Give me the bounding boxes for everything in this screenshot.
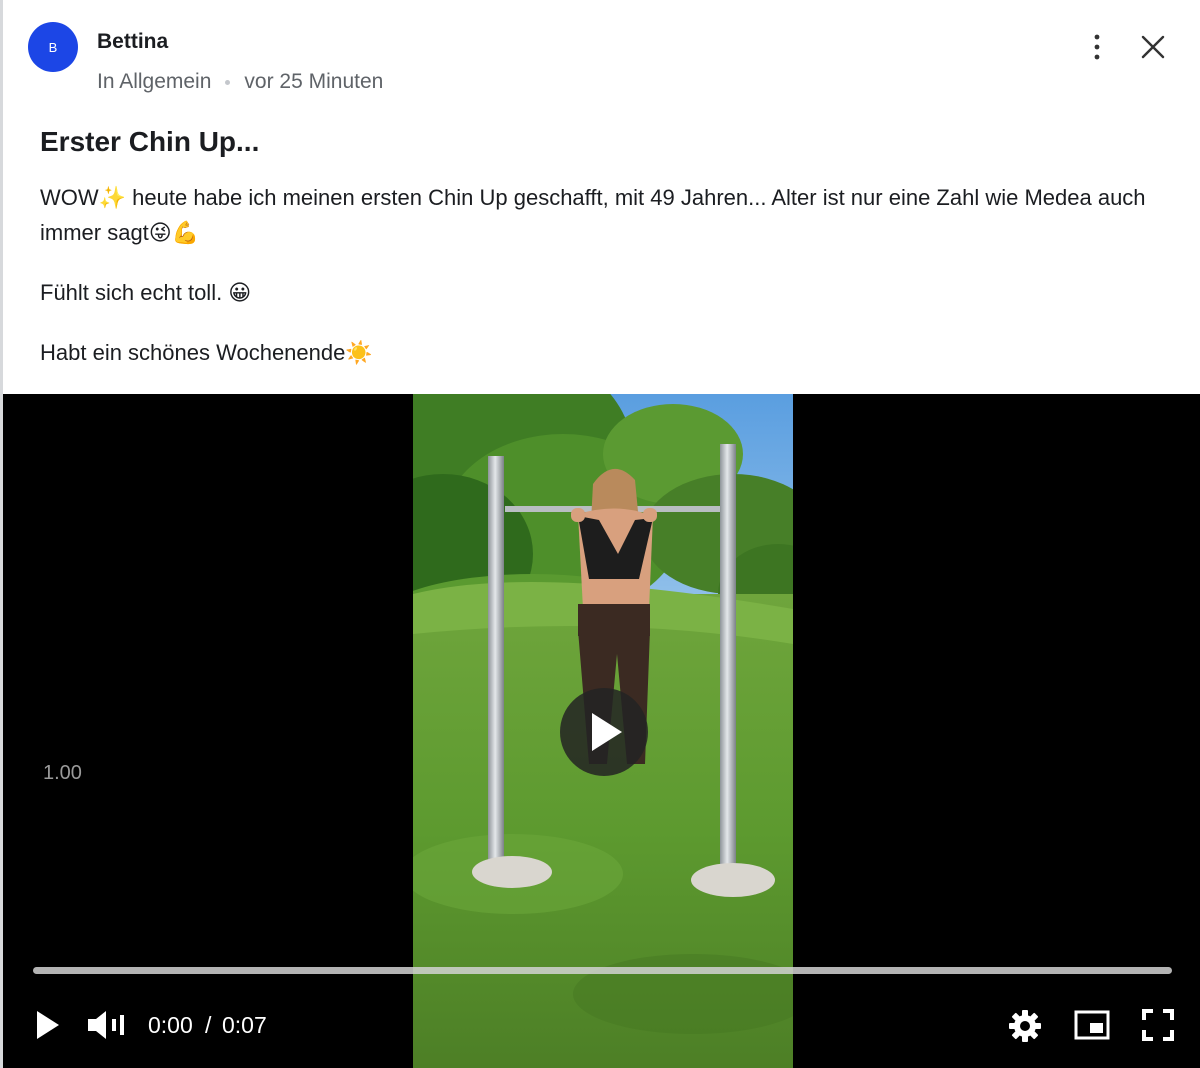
settings-button[interactable] bbox=[1007, 1008, 1043, 1044]
more-vertical-icon bbox=[1094, 34, 1100, 60]
playback-rate[interactable]: 1.00 bbox=[43, 762, 82, 785]
meta-separator bbox=[225, 79, 231, 85]
post-body: WOW✨ heute habe ich meinen ersten Chin U… bbox=[40, 180, 1160, 395]
duration: 0:07 bbox=[222, 1012, 267, 1038]
fullscreen-button[interactable] bbox=[1141, 1008, 1175, 1042]
picture-in-picture-icon bbox=[1074, 1010, 1110, 1040]
body-paragraph: Fühlt sich echt toll. 😀 bbox=[40, 280, 252, 305]
gear-icon bbox=[1009, 1010, 1041, 1042]
play-icon bbox=[592, 713, 622, 751]
close-icon bbox=[1141, 35, 1165, 59]
body-paragraph: Habt ein schönes Wochenende☀️ bbox=[40, 340, 373, 365]
fullscreen-icon bbox=[1142, 1009, 1174, 1041]
post-title: Erster Chin Up... bbox=[40, 126, 260, 157]
post-meta: In Allgemein vor 25 Minuten bbox=[97, 70, 383, 94]
current-time: 0:00 bbox=[148, 1012, 193, 1038]
close-button[interactable] bbox=[1138, 32, 1168, 62]
picture-in-picture-button[interactable] bbox=[1073, 1008, 1111, 1042]
big-play-button[interactable] bbox=[560, 688, 648, 776]
play-button[interactable] bbox=[33, 1008, 63, 1042]
more-options-button[interactable] bbox=[1082, 32, 1112, 62]
progress-bar[interactable] bbox=[33, 967, 1172, 974]
time-separator: / bbox=[205, 1012, 212, 1038]
post-header: B Bettina In Allgemein vor 25 Minuten bbox=[0, 0, 1200, 110]
video-player[interactable]: 1.00 0:00 / 0:07 bbox=[3, 394, 1200, 1068]
volume-button[interactable] bbox=[86, 1008, 128, 1042]
body-paragraph: WOW✨ heute habe ich meinen ersten Chin U… bbox=[40, 185, 1146, 245]
category-label[interactable]: In Allgemein bbox=[97, 70, 211, 94]
timestamp: vor 25 Minuten bbox=[244, 70, 384, 93]
avatar[interactable]: B bbox=[28, 22, 78, 72]
author-name[interactable]: Bettina bbox=[97, 30, 168, 54]
play-icon bbox=[37, 1011, 59, 1039]
volume-icon bbox=[88, 1011, 124, 1039]
